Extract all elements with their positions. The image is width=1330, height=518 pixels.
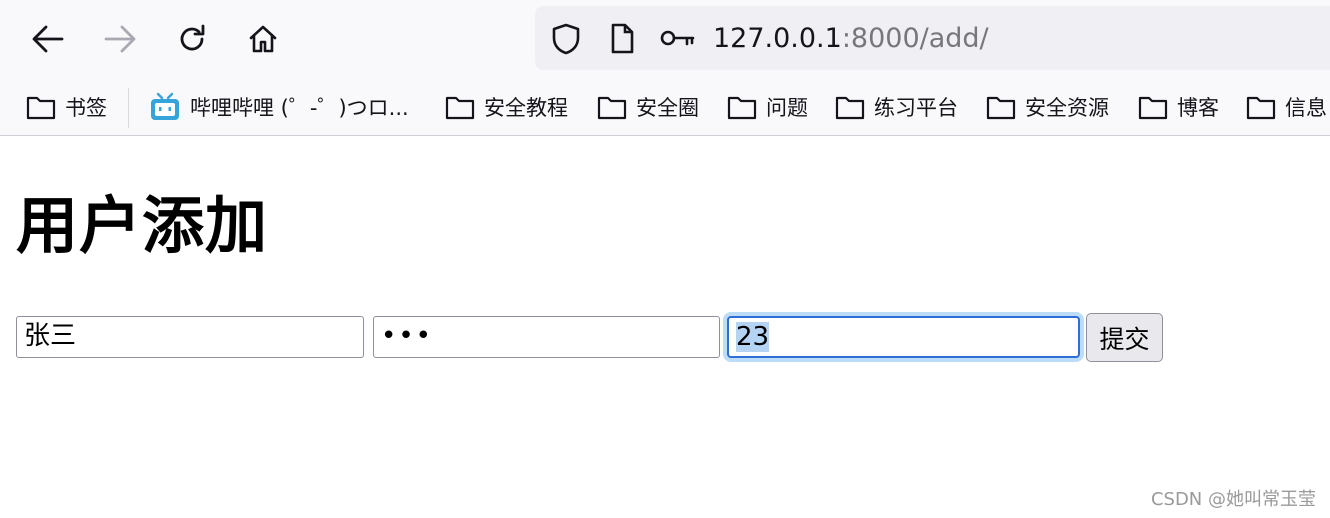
bookmarks-bar: 书签 哔哩哔哩 (゜-゜)つロ... 安全教程 安全圈 问题 练习平台 安全资源: [0, 82, 1330, 132]
bilibili-icon: [151, 92, 179, 120]
folder-icon: [26, 96, 56, 120]
bookmark-item[interactable]: 练习平台: [835, 82, 958, 132]
bookmark-label: 问题: [766, 96, 808, 120]
home-button[interactable]: [242, 18, 284, 60]
age-input-value: 23: [736, 322, 770, 352]
bookmark-label: 安全教程: [484, 96, 568, 120]
age-input[interactable]: 23: [727, 316, 1080, 358]
folder-icon: [986, 96, 1016, 120]
back-arrow-icon: [32, 25, 64, 53]
page-icon[interactable]: [608, 22, 636, 56]
reload-button[interactable]: [171, 18, 213, 60]
password-input-value: •••: [381, 321, 434, 351]
bookmark-label: 书签: [65, 96, 107, 120]
bookmark-item[interactable]: 安全教程: [445, 82, 568, 132]
bookmark-label: 信息: [1285, 96, 1327, 120]
folder-icon: [597, 96, 627, 120]
bookmark-item[interactable]: 哔哩哔哩 (゜-゜)つロ...: [149, 82, 409, 132]
bookmark-item[interactable]: 信息: [1246, 82, 1327, 132]
reload-icon: [180, 24, 205, 51]
bookmark-item[interactable]: 问题: [727, 82, 808, 132]
bookmark-item[interactable]: 安全资源: [986, 82, 1109, 132]
bookmark-item[interactable]: 博客: [1138, 82, 1219, 132]
bookmark-label: 博客: [1177, 96, 1219, 120]
name-input-value: 张三: [24, 321, 77, 351]
bookmark-item[interactable]: 书签: [26, 82, 107, 132]
bookmark-label: 安全资源: [1025, 96, 1109, 120]
page-title: 用户添加: [16, 189, 269, 262]
forward-button[interactable]: [99, 18, 141, 60]
browser-toolbar: 127.0.0.1:8000/add/ 书签 哔哩哔哩 (゜-゜)つロ... 安…: [0, 0, 1330, 136]
forward-arrow-icon: [104, 25, 136, 53]
url-text[interactable]: 127.0.0.1:8000/add/: [713, 20, 989, 58]
watermark: CSDN @她叫常玉莹: [1150, 489, 1316, 510]
bookmark-item[interactable]: 安全圈: [597, 82, 699, 132]
name-input[interactable]: 张三: [16, 316, 364, 358]
folder-icon: [445, 96, 475, 120]
submit-button[interactable]: 提交: [1086, 313, 1163, 362]
password-input[interactable]: •••: [373, 316, 720, 358]
shield-icon[interactable]: [550, 22, 582, 56]
folder-icon: [835, 96, 865, 120]
folder-icon: [1138, 96, 1168, 120]
bookmark-separator: [128, 88, 129, 128]
bookmark-label: 安全圈: [636, 96, 699, 120]
bookmark-label: 哔哩哔哩 (゜-゜)つロ...: [190, 96, 409, 120]
home-icon: [249, 25, 277, 53]
key-icon[interactable]: [660, 28, 696, 50]
folder-icon: [727, 96, 757, 120]
folder-icon: [1246, 96, 1276, 120]
back-button[interactable]: [27, 18, 69, 60]
bookmark-label: 练习平台: [874, 96, 958, 120]
url-host: 127.0.0.1: [713, 23, 842, 54]
url-path: :8000/add/: [841, 23, 989, 54]
